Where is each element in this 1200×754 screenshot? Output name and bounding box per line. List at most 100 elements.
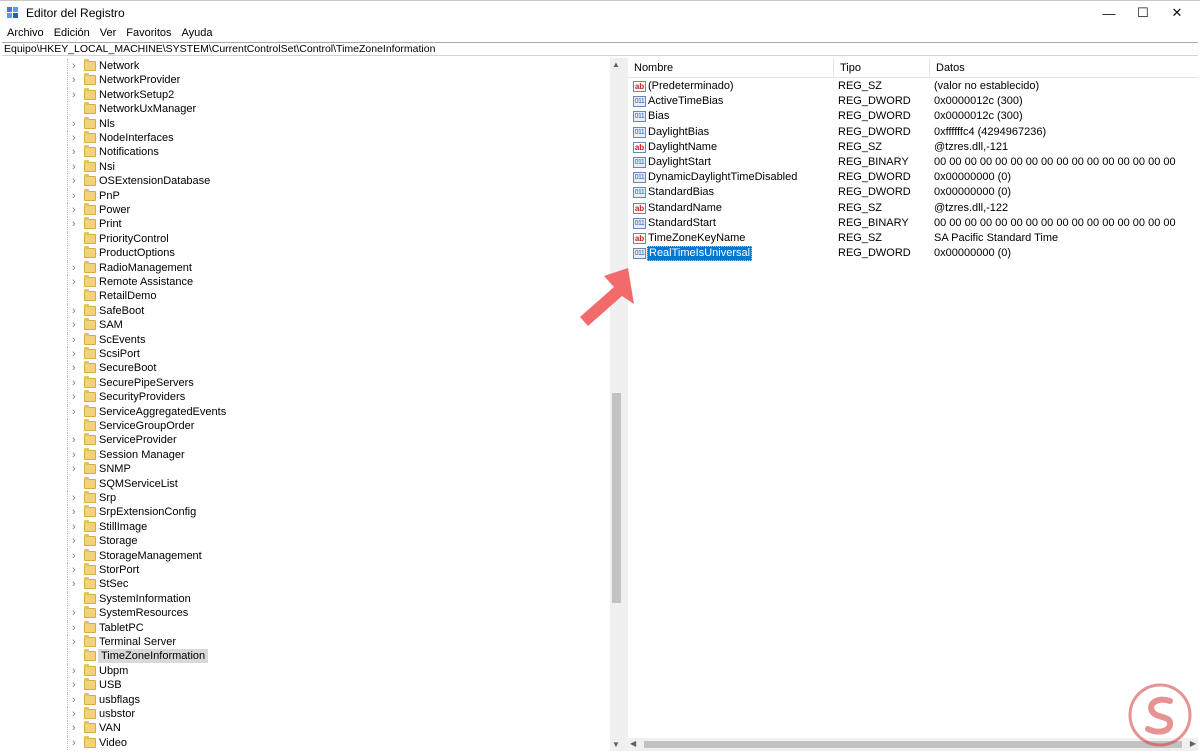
expand-chevron-icon[interactable]: › (72, 319, 76, 331)
tree-item[interactable]: › ScEvents (2, 332, 608, 347)
tree-item[interactable]: PriorityControl (2, 231, 608, 247)
tree-vertical-scrollbar[interactable]: ▲ ▼ (610, 58, 621, 751)
tree-item[interactable]: › Nsi (2, 159, 608, 175)
expand-chevron-icon[interactable]: › (72, 665, 76, 677)
tree-item[interactable]: › Power (2, 203, 608, 218)
value-row[interactable]: ab StandardName REG_SZ @tzres.dll,-122 (628, 201, 1198, 216)
expand-chevron-icon[interactable]: › (72, 118, 76, 130)
tree-item[interactable]: › Nls (2, 116, 608, 131)
value-row[interactable]: 011 110RealTimeIsUniversal REG_DWORD 0x000… (628, 246, 1198, 262)
expand-chevron-icon[interactable]: › (72, 262, 76, 274)
value-row[interactable]: 011 110DaylightBias REG_DWORD 0xffffffc4 (… (628, 125, 1198, 140)
expand-chevron-icon[interactable]: › (72, 722, 76, 734)
tree-item[interactable]: › Print (2, 217, 608, 232)
list-scroll-thumb[interactable] (644, 741, 1182, 748)
expand-chevron-icon[interactable]: › (72, 622, 76, 634)
value-row[interactable]: 011 110DaylightStart REG_BINARY 00 00 00 0… (628, 155, 1198, 170)
tree-item[interactable]: › SystemResources (2, 606, 608, 621)
tree-item[interactable]: › StorageManagement (2, 548, 608, 563)
expand-chevron-icon[interactable]: › (72, 348, 76, 360)
expand-chevron-icon[interactable]: › (72, 362, 76, 374)
expand-chevron-icon[interactable]: › (72, 535, 76, 547)
expand-chevron-icon[interactable]: › (72, 132, 76, 144)
tree-item[interactable]: › USB (2, 678, 608, 693)
tree-item[interactable]: TimeZoneInformation (2, 649, 608, 664)
tree-item[interactable]: › StillImage (2, 519, 608, 535)
tree-item[interactable]: › SecureBoot (2, 361, 608, 376)
expand-chevron-icon[interactable]: › (72, 60, 76, 72)
expand-chevron-icon[interactable]: › (72, 708, 76, 720)
tree-item[interactable]: RetailDemo (2, 289, 608, 304)
tree-item[interactable]: › PnP (2, 188, 608, 203)
tree-item[interactable]: NetworkUxManager (2, 102, 608, 117)
expand-chevron-icon[interactable]: › (72, 578, 76, 590)
expand-chevron-icon[interactable]: › (72, 564, 76, 576)
tree-item[interactable]: › RadioManagement (2, 260, 608, 275)
tree-item[interactable]: › Srp (2, 491, 608, 506)
scroll-down-icon[interactable]: ▼ (610, 740, 621, 749)
expand-chevron-icon[interactable]: › (72, 679, 76, 691)
value-row[interactable]: 011 110Bias REG_DWORD 0x0000012c (300) (628, 109, 1198, 124)
tree-item[interactable]: › SecurePipeServers (2, 375, 608, 391)
list-horizontal-scrollbar[interactable]: ◀ ▶ (628, 738, 1198, 751)
value-row[interactable]: ab (Predeterminado) REG_SZ (valor no establ… (628, 79, 1198, 94)
menu-ayuda[interactable]: Ayuda (177, 27, 218, 39)
expand-chevron-icon[interactable]: › (72, 636, 76, 648)
expand-chevron-icon[interactable]: › (72, 74, 76, 86)
value-row[interactable]: 011 110ActiveTimeBias REG_DWORD 0x0000012c… (628, 94, 1198, 109)
expand-chevron-icon[interactable]: › (72, 276, 76, 288)
menu-ver[interactable]: Ver (95, 27, 122, 39)
expand-chevron-icon[interactable]: › (72, 550, 76, 562)
tree-item[interactable]: › ServiceProvider (2, 433, 608, 448)
address-bar[interactable]: Equipo\HKEY_LOCAL_MACHINE\SYSTEM\Current… (2, 42, 1198, 56)
tree-item[interactable]: › ScsiPort (2, 347, 608, 362)
expand-chevron-icon[interactable]: › (72, 89, 76, 101)
expand-chevron-icon[interactable]: › (72, 521, 76, 533)
value-row[interactable]: 011 110DynamicDaylightTimeDisabled REG_DW… (628, 170, 1198, 185)
expand-chevron-icon[interactable]: › (72, 190, 76, 202)
column-header-name[interactable]: Nombre (628, 58, 834, 78)
tree-item[interactable]: › SecurityProviders (2, 390, 608, 405)
tree-item[interactable]: ServiceGroupOrder (2, 419, 608, 434)
tree-item[interactable]: › NetworkProvider (2, 73, 608, 88)
menu-archivo[interactable]: Archivo (2, 27, 49, 39)
scroll-left-icon[interactable]: ◀ (630, 739, 636, 748)
value-row[interactable]: ab TimeZoneKeyName REG_SZ SA Pacific Standa… (628, 231, 1198, 246)
tree-item[interactable]: › SNMP (2, 462, 608, 477)
value-row[interactable]: ab DaylightName REG_SZ @tzres.dll,-121 (628, 140, 1198, 155)
tree-item[interactable]: › Ubpm (2, 663, 608, 679)
expand-chevron-icon[interactable]: › (72, 146, 76, 158)
close-button[interactable]: ✕ (1154, 1, 1200, 25)
menu-favoritos[interactable]: Favoritos (121, 27, 176, 39)
expand-chevron-icon[interactable]: › (72, 377, 76, 389)
expand-chevron-icon[interactable]: › (72, 434, 76, 446)
tree-item[interactable]: › usbstor (2, 707, 608, 722)
tree-item[interactable]: › SAM (2, 318, 608, 333)
tree-item[interactable]: › Network (2, 59, 608, 74)
tree-item[interactable]: › Notifications (2, 145, 608, 160)
expand-chevron-icon[interactable]: › (72, 391, 76, 403)
tree-item[interactable]: › SrpExtensionConfig (2, 505, 608, 520)
expand-chevron-icon[interactable]: › (72, 204, 76, 216)
tree-item[interactable]: › usbflags (2, 692, 608, 707)
expand-chevron-icon[interactable]: › (72, 161, 76, 173)
value-row[interactable]: 011 110StandardBias REG_DWORD 0x00000000 (… (628, 185, 1198, 200)
expand-chevron-icon[interactable]: › (72, 506, 76, 518)
tree-item[interactable]: › Session Manager (2, 447, 608, 463)
tree-item[interactable]: › NodeInterfaces (2, 131, 608, 146)
expand-chevron-icon[interactable]: › (72, 218, 76, 230)
expand-chevron-icon[interactable]: › (72, 492, 76, 504)
column-header-type[interactable]: Tipo (834, 58, 930, 78)
tree-item[interactable]: › SafeBoot (2, 303, 608, 319)
expand-chevron-icon[interactable]: › (72, 175, 76, 187)
tree-item[interactable]: ProductOptions (2, 246, 608, 261)
expand-chevron-icon[interactable]: › (72, 305, 76, 317)
expand-chevron-icon[interactable]: › (72, 607, 76, 619)
tree-item[interactable]: › StSec (2, 577, 608, 592)
tree-item[interactable]: › TabletPC (2, 620, 608, 635)
expand-chevron-icon[interactable]: › (72, 463, 76, 475)
expand-chevron-icon[interactable]: › (72, 694, 76, 706)
tree-item[interactable]: › VAN (2, 721, 608, 736)
expand-chevron-icon[interactable]: › (72, 334, 76, 346)
tree-item[interactable]: › ServiceAggregatedEvents (2, 404, 608, 419)
